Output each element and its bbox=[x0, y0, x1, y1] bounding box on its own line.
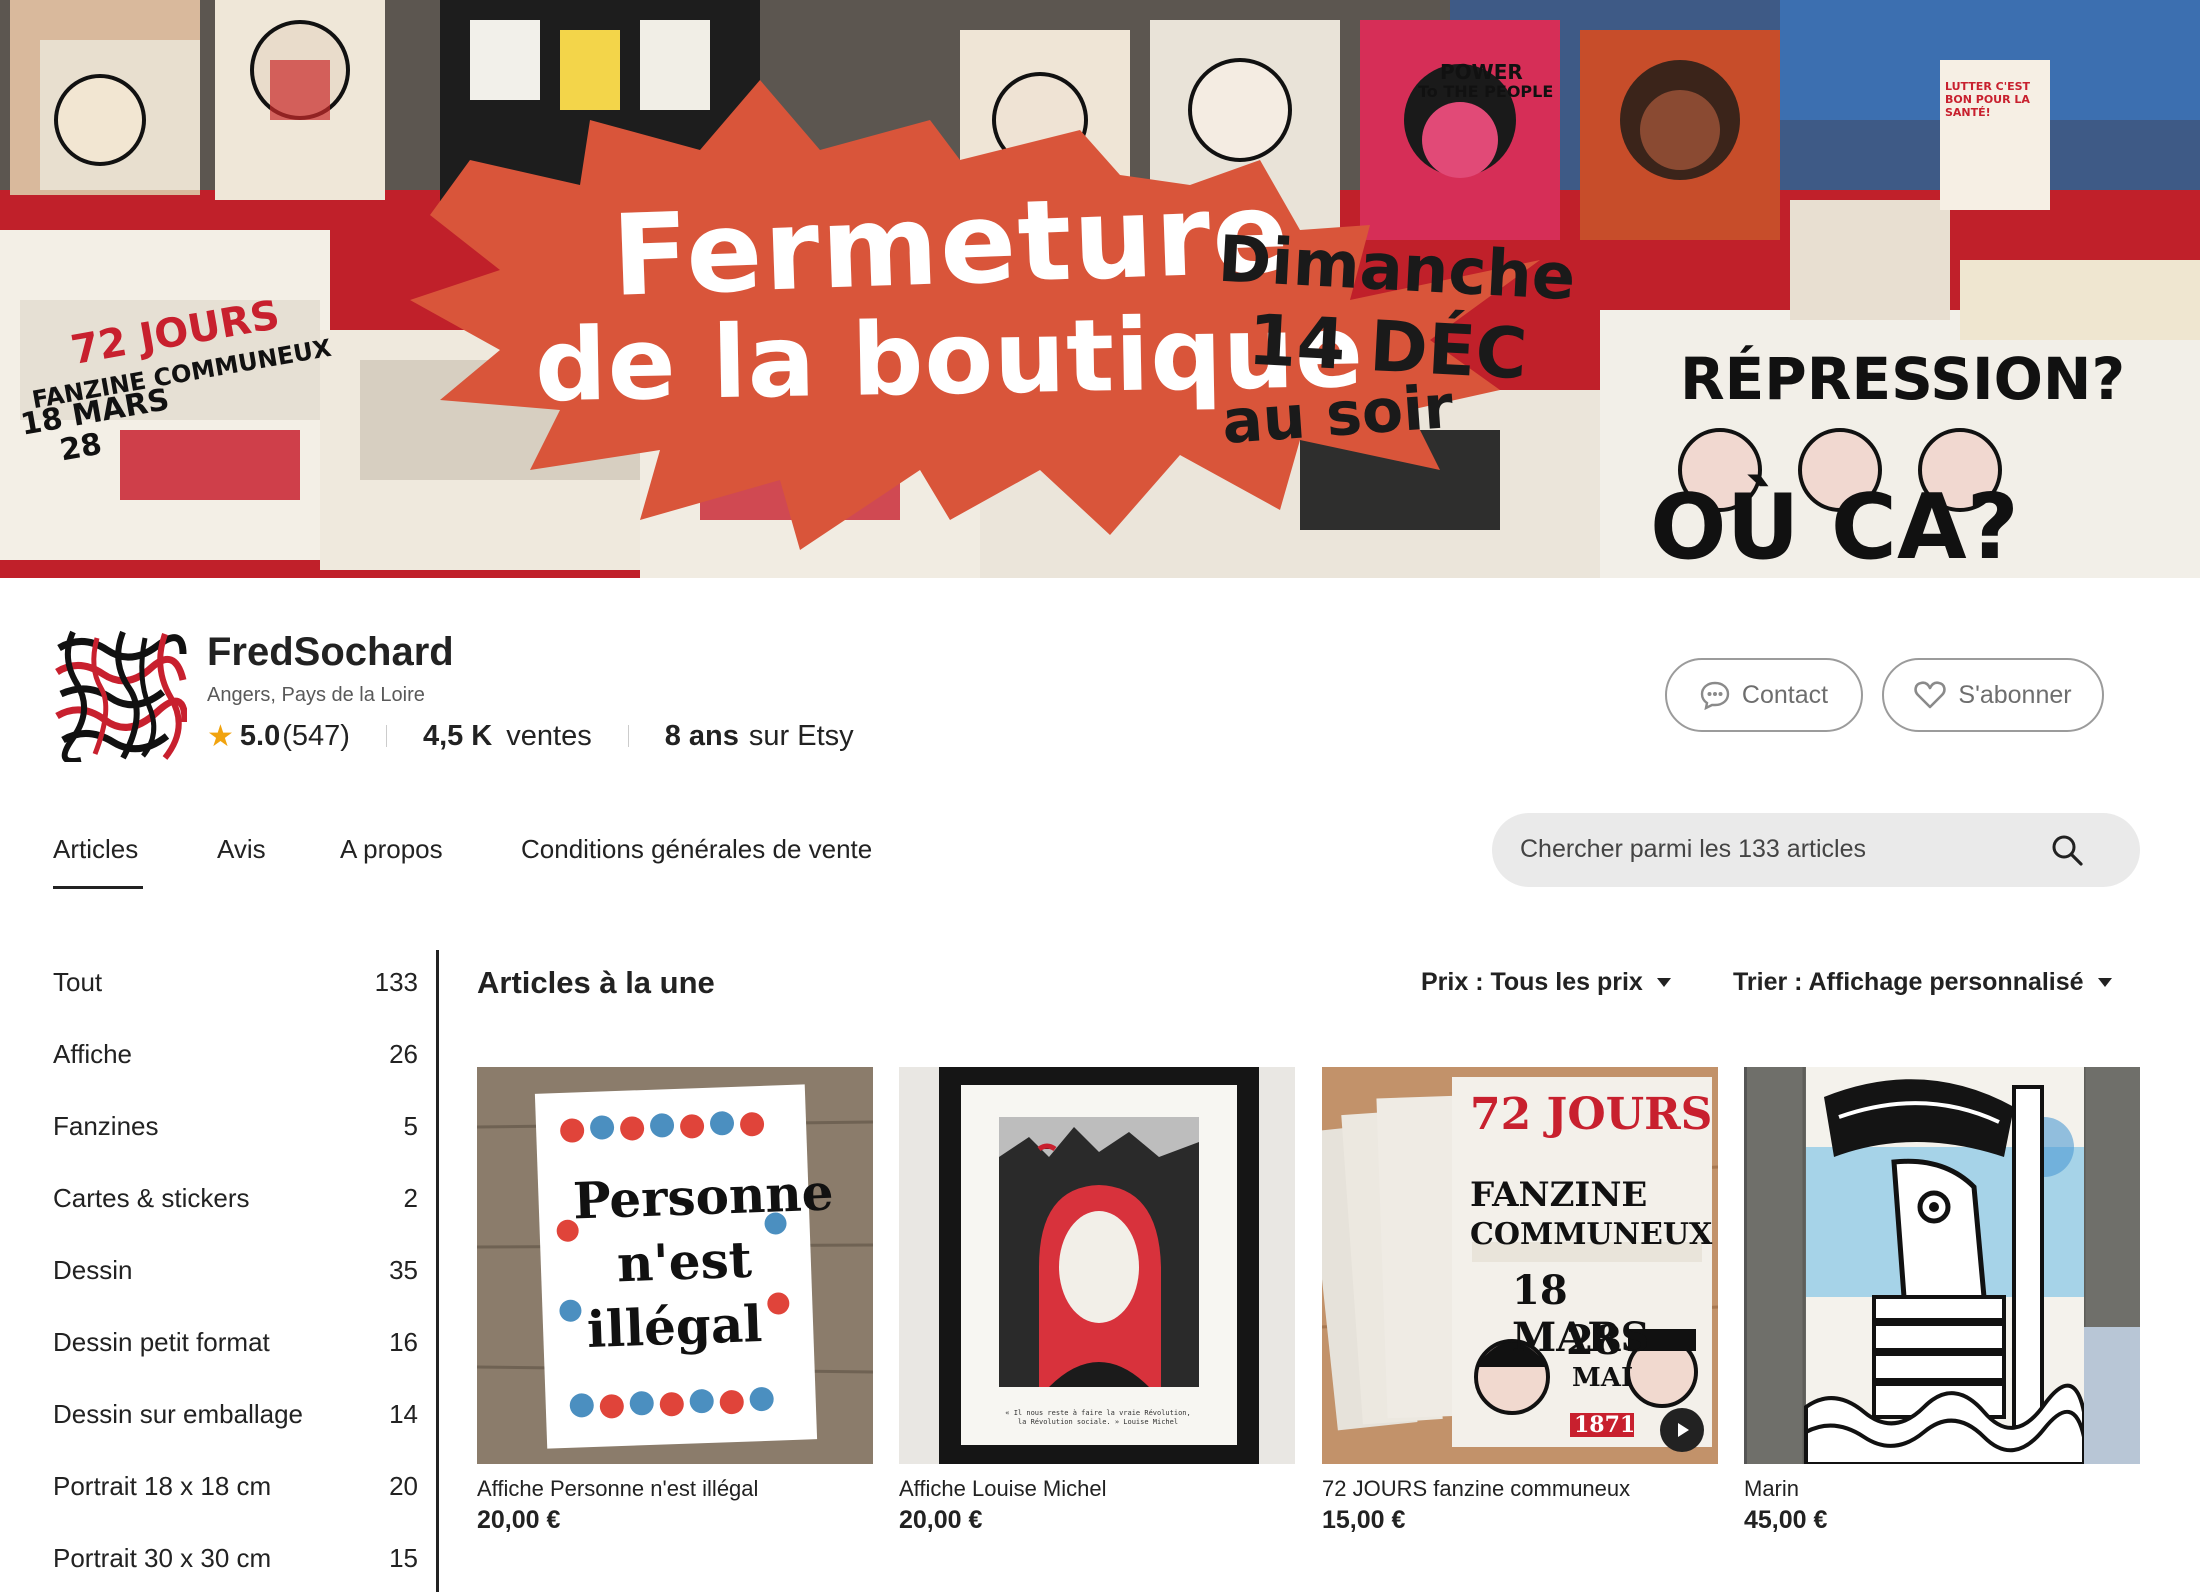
banner-poster-28: 28 bbox=[57, 426, 105, 469]
sidebar-item-count: 16 bbox=[389, 1326, 418, 1357]
tab-articles[interactable]: Articles bbox=[53, 834, 138, 865]
poster-art-line1: Personne bbox=[572, 1162, 835, 1231]
sailor-drawing-art bbox=[1744, 1067, 2140, 1464]
fanzine-art-line2: FANZINE bbox=[1470, 1175, 1648, 1215]
fanzine-art-line1: 72 JOURS bbox=[1470, 1089, 1713, 1140]
follow-button-label: S'abonner bbox=[1958, 680, 2072, 709]
shop-banner: Fermeture de la boutique Dimanche 14 DÉC… bbox=[0, 0, 2200, 578]
sidebar-item-dessin[interactable]: Dessin 35 bbox=[53, 1250, 418, 1290]
search-input[interactable]: Chercher parmi les 133 articles bbox=[1520, 835, 1866, 864]
listing-image[interactable] bbox=[1744, 1067, 2140, 1464]
listing-price: 45,00 € bbox=[1744, 1506, 1828, 1534]
sidebar-item-label: Dessin sur emballage bbox=[53, 1398, 304, 1429]
play-icon bbox=[1678, 1423, 1689, 1437]
contact-button[interactable]: Contact bbox=[1665, 658, 1863, 732]
banner-poster-lutter: LUTTER C'EST BON POUR LA SANTÉ! bbox=[1945, 80, 2031, 119]
poster-caption: « Il nous reste à faire la vraie Révolut… bbox=[1005, 1409, 1191, 1426]
shop-sales-value: 4,5 K bbox=[422, 719, 493, 752]
sidebar-item-count: 5 bbox=[403, 1110, 418, 1141]
sort-label: Trier : Affichage personnalisé bbox=[1733, 968, 2084, 996]
shop-years-label: sur Etsy bbox=[748, 719, 854, 752]
sidebar-item-portrait-30[interactable]: Portrait 30 x 30 cm 15 bbox=[53, 1538, 418, 1578]
star-icon: ★ bbox=[207, 719, 234, 753]
active-tab-indicator bbox=[53, 886, 143, 889]
section-title: Articles à la une bbox=[477, 965, 715, 1000]
fanzine-art-line5: 28 bbox=[1566, 1317, 1622, 1364]
sidebar-item-fanzines[interactable]: Fanzines 5 bbox=[53, 1106, 418, 1146]
sidebar-item-tout[interactable]: Tout 133 bbox=[53, 962, 418, 1002]
listing-card[interactable]: « Il nous reste à faire la vraie Révolut… bbox=[899, 1067, 1295, 1535]
poster-art-line2: n'est bbox=[616, 1229, 753, 1294]
tab-reviews[interactable]: Avis bbox=[217, 834, 266, 865]
sidebar-item-dessin-sur-emballage[interactable]: Dessin sur emballage 14 bbox=[53, 1394, 418, 1434]
sidebar-item-affiche[interactable]: Affiche 26 bbox=[53, 1034, 418, 1074]
fanzine-art-line3: COMMUNEUX bbox=[1470, 1217, 1713, 1252]
contact-button-label: Contact bbox=[1741, 680, 1829, 709]
heart-icon bbox=[1914, 681, 1947, 709]
listing-title[interactable]: Affiche Personne n'est illégal bbox=[477, 1476, 873, 1502]
sidebar-item-label: Cartes & stickers bbox=[53, 1182, 250, 1213]
sidebar-item-count: 2 bbox=[403, 1182, 418, 1213]
caret-down-icon bbox=[1656, 978, 1671, 987]
sidebar-item-label: Affiche bbox=[53, 1038, 133, 1069]
listing-card[interactable]: Personne n'est illégal Affiche Personne … bbox=[477, 1067, 873, 1535]
caret-down-icon bbox=[2097, 978, 2112, 987]
listing-title[interactable]: Affiche Louise Michel bbox=[899, 1476, 1295, 1502]
sidebar-item-count: 133 bbox=[374, 966, 418, 997]
sidebar-item-label: Portrait 18 x 18 cm bbox=[53, 1470, 272, 1501]
sidebar-item-label: Tout bbox=[53, 966, 103, 997]
stats-divider bbox=[627, 725, 629, 747]
framed-portrait-art bbox=[899, 1067, 1295, 1464]
shop-sales-label: ventes bbox=[506, 719, 592, 752]
listing-card[interactable]: 72 JOURS FANZINE COMMUNEUX 18 MARS 28 MA… bbox=[1322, 1067, 1718, 1535]
search-icon[interactable] bbox=[2050, 833, 2084, 867]
price-filter-dropdown[interactable]: Prix : Tous les prix bbox=[1421, 968, 1671, 997]
listing-title[interactable]: Marin bbox=[1744, 1476, 2140, 1502]
sidebar-item-cartes-stickers[interactable]: Cartes & stickers 2 bbox=[53, 1178, 418, 1218]
listing-price: 20,00 € bbox=[477, 1506, 561, 1534]
shop-rating-count[interactable]: (547) bbox=[282, 720, 350, 753]
listing-title[interactable]: 72 JOURS fanzine communeux bbox=[1322, 1476, 1718, 1502]
shop-years-value: 8 ans bbox=[664, 719, 739, 752]
sidebar-active-indicator bbox=[436, 950, 439, 1592]
tab-about[interactable]: A propos bbox=[340, 834, 443, 865]
shop-name[interactable]: FredSochard bbox=[207, 630, 454, 675]
listing-price: 15,00 € bbox=[1322, 1506, 1406, 1534]
sidebar-item-label: Fanzines bbox=[53, 1110, 159, 1141]
fanzine-art-line6: MAI bbox=[1572, 1363, 1634, 1393]
sidebar-item-count: 20 bbox=[389, 1470, 418, 1501]
shop-rating[interactable]: 5.0 bbox=[240, 720, 280, 753]
sidebar-item-label: Dessin petit format bbox=[53, 1326, 270, 1357]
listing-image[interactable]: « Il nous reste à faire la vraie Révolut… bbox=[899, 1067, 1295, 1464]
shop-logo[interactable] bbox=[53, 628, 187, 762]
banner-poster-power: POWER bbox=[1440, 60, 1523, 84]
poster-art-line3: illégal bbox=[586, 1293, 764, 1360]
listing-image[interactable]: 72 JOURS FANZINE COMMUNEUX 18 MARS 28 MA… bbox=[1322, 1067, 1718, 1464]
stats-divider bbox=[385, 725, 387, 747]
sidebar-item-portrait-18[interactable]: Portrait 18 x 18 cm 20 bbox=[53, 1466, 418, 1506]
chat-bubble-icon bbox=[1700, 681, 1730, 710]
banner-poster-repression: RÉPRESSION? bbox=[1680, 345, 2126, 413]
fanzine-art-line7: 1871 bbox=[1574, 1412, 1636, 1438]
sidebar-item-label: Dessin bbox=[53, 1254, 133, 1285]
shop-search-bar[interactable]: Chercher parmi les 133 articles bbox=[1492, 813, 2140, 887]
sidebar-item-dessin-petit-format[interactable]: Dessin petit format 16 bbox=[53, 1322, 418, 1362]
banner-poster-ou-ca: OÙ CA? bbox=[1650, 475, 2019, 578]
banner-poster-to-the-people: To THE PEOPLE bbox=[1418, 82, 1554, 101]
follow-button[interactable]: S'abonner bbox=[1882, 658, 2104, 732]
shop-stats: ★ 5.0 (547) 4,5 K ventes 8 ans sur Etsy bbox=[207, 716, 854, 756]
price-filter-label: Prix : Tous les prix bbox=[1421, 968, 1643, 996]
tab-terms[interactable]: Conditions générales de vente bbox=[521, 834, 872, 865]
listing-image[interactable]: Personne n'est illégal bbox=[477, 1067, 873, 1464]
shop-location: Angers, Pays de la Loire bbox=[207, 684, 425, 706]
sidebar-item-count: 35 bbox=[389, 1254, 418, 1285]
sidebar-item-label: Portrait 30 x 30 cm bbox=[53, 1542, 272, 1573]
sidebar-item-count: 15 bbox=[389, 1542, 418, 1573]
play-video-button[interactable] bbox=[1660, 1408, 1704, 1452]
listing-card[interactable]: Marin 45,00 € bbox=[1744, 1067, 2140, 1535]
sidebar-item-count: 14 bbox=[389, 1398, 418, 1429]
listing-price: 20,00 € bbox=[899, 1506, 983, 1534]
sidebar-item-count: 26 bbox=[389, 1038, 418, 1069]
sort-dropdown[interactable]: Trier : Affichage personnalisé bbox=[1733, 968, 2112, 997]
